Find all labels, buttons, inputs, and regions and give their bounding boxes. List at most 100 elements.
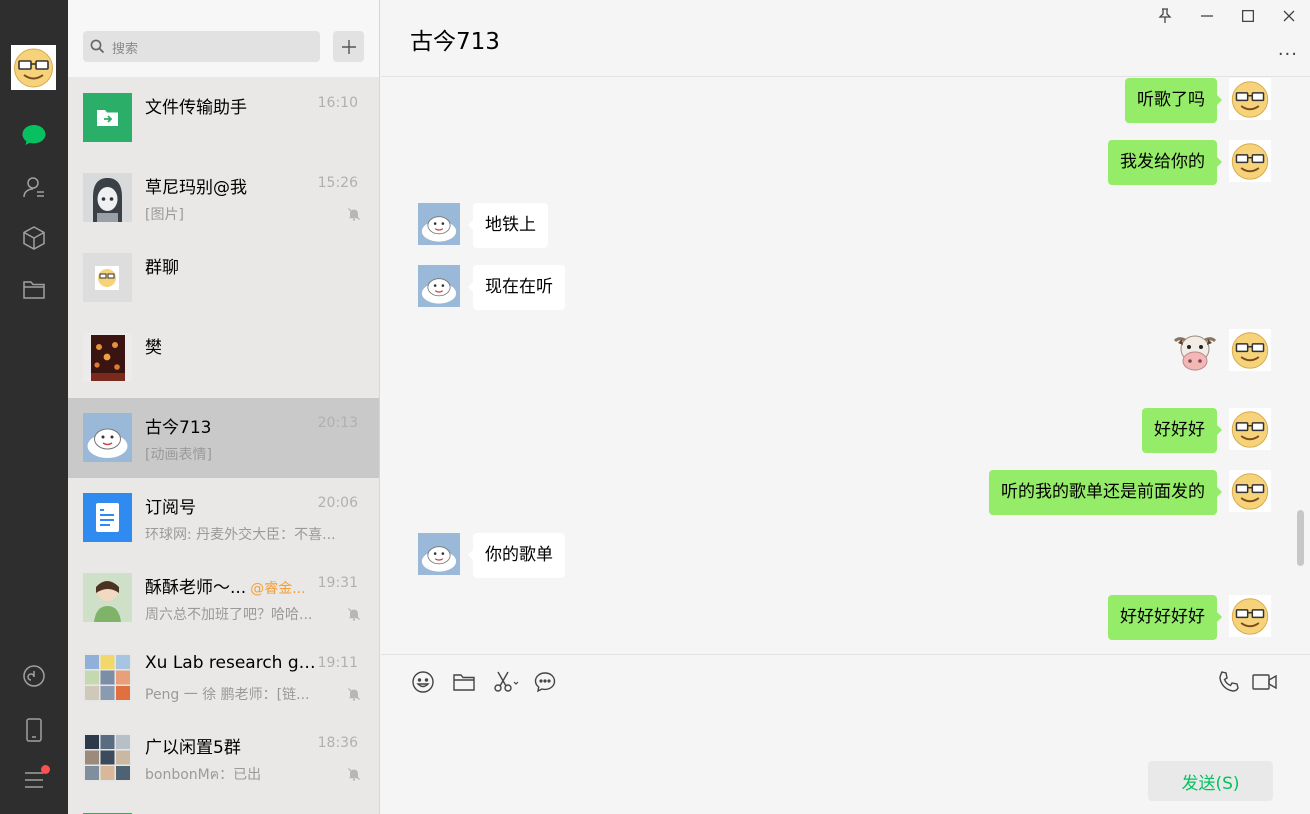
pin-icon[interactable] — [1155, 8, 1175, 24]
conversation-name: 订阅号 — [145, 498, 196, 518]
contact-avatar[interactable] — [418, 265, 460, 307]
girl-illustration-avatar — [83, 573, 132, 622]
message-scrollbar[interactable] — [1297, 510, 1304, 566]
left-rail — [0, 0, 68, 814]
conversation-time: 18:36 — [317, 735, 358, 751]
search-placeholder: 搜索 — [112, 42, 139, 57]
conversation-time: 20:13 — [317, 415, 358, 431]
emoji-icon[interactable] — [409, 668, 437, 696]
message-bubble[interactable]: 听歌了吗 — [1125, 78, 1222, 123]
mute-bell-icon — [348, 608, 360, 621]
conversation-item[interactable]: 草尼玛别@我 15:26 [图片] — [68, 158, 379, 238]
conversation-preview: 周六总不加班了吧？哈哈... — [145, 607, 313, 623]
moments-icon[interactable] — [20, 662, 48, 690]
phone-icon[interactable] — [20, 716, 48, 744]
conversation-name: Xu Lab research gr... — [145, 653, 317, 673]
conversation-item[interactable]: 群聊 — [68, 238, 379, 318]
message-bubble[interactable]: 你的歌单 — [468, 533, 565, 578]
conversation-items: 文件传输助手 16:10 草尼玛别@我 15:26 [图片] 群聊 樊 古今71… — [68, 78, 379, 814]
conversation-preview: bonbonMฅ：已出 — [145, 767, 262, 783]
mute-bell-icon — [348, 688, 360, 701]
cartoon-cat-icon — [418, 265, 460, 307]
conversation-name: 群聊 — [145, 258, 179, 278]
conversation-time: 19:31 — [317, 575, 358, 591]
chat-icon[interactable] — [20, 121, 48, 149]
cartoon-cat-icon — [418, 203, 460, 245]
my-avatar[interactable] — [1229, 408, 1271, 450]
search-bar: 搜索 — [68, 0, 379, 77]
cow-emoji-icon[interactable] — [1171, 327, 1219, 375]
conversation-name: 古今713 — [145, 418, 212, 438]
contact-avatar[interactable] — [418, 533, 460, 575]
glasses-face-icon — [1229, 78, 1271, 120]
favorites-icon[interactable] — [20, 224, 48, 252]
my-avatar[interactable] — [1229, 78, 1271, 120]
glasses-face-icon — [1229, 470, 1271, 512]
subscription-avatar — [83, 493, 132, 542]
glasses-face-icon — [1229, 408, 1271, 450]
minimize-icon[interactable] — [1197, 8, 1217, 24]
file-transfer-avatar — [83, 93, 132, 142]
glasses-face-icon — [1229, 329, 1271, 371]
conversation-time: 19:11 — [317, 655, 358, 671]
folder-icon[interactable] — [450, 668, 478, 696]
chat-history-icon[interactable] — [531, 668, 559, 696]
glasses-face-icon — [1229, 595, 1271, 637]
close-icon[interactable] — [1279, 8, 1299, 24]
conversation-time: 20:06 — [317, 495, 358, 511]
mute-bell-icon — [348, 208, 360, 221]
conversation-item[interactable]: 文件传输助手 16:10 — [68, 78, 379, 158]
message-bubble[interactable]: 好好好好好 — [1108, 595, 1222, 640]
conversation-name-text: 酥酥老师～... — [145, 578, 247, 598]
conversation-item[interactable]: 广以闲置5群 18:36 bonbonMฅ：已出 — [68, 718, 379, 798]
conversation-name: 广以闲置5群 — [145, 738, 241, 758]
conversation-preview: Peng 一 徐 鹏老师：[链... — [145, 687, 310, 703]
conversation-name: 酥酥老师～... @睿金... — [145, 573, 306, 598]
message-bubble[interactable]: 现在在听 — [468, 265, 565, 310]
my-avatar[interactable] — [1229, 595, 1271, 637]
conversation-name: 樊 — [145, 338, 162, 358]
search-input[interactable]: 搜索 — [83, 31, 320, 62]
add-button[interactable] — [333, 31, 364, 62]
message-bubble[interactable]: 好好好 — [1142, 408, 1222, 453]
message-bubble[interactable]: 地铁上 — [468, 203, 548, 248]
conversation-item[interactable]: 酥酥老师～... @睿金... 19:31 周六总不加班了吧？哈哈... — [68, 558, 379, 638]
my-avatar[interactable] — [1229, 329, 1271, 371]
message-bubble[interactable]: 听的我的歌单还是前面发的 — [989, 470, 1222, 515]
message-bubble[interactable]: 我发给你的 — [1108, 140, 1222, 185]
contacts-icon[interactable] — [20, 173, 48, 201]
my-avatar[interactable] — [1229, 140, 1271, 182]
group-grid-avatar — [83, 653, 132, 702]
chat-header: 古今713 ··· — [381, 0, 1310, 77]
contact-avatar[interactable] — [418, 203, 460, 245]
video-call-icon[interactable] — [1251, 668, 1279, 696]
conversation-item-selected[interactable]: 古今713 20:13 [动画表情] — [68, 398, 379, 478]
voice-call-icon[interactable] — [1215, 668, 1243, 696]
cartoon-cat-icon — [418, 533, 460, 575]
conversation-item-partial[interactable] — [68, 798, 379, 814]
conversation-item[interactable]: 订阅号 20:06 环球网: 丹麦外交大臣：不喜... — [68, 478, 379, 558]
conversation-name: 草尼玛别@我 — [145, 178, 247, 198]
conversation-preview: [动画表情] — [145, 447, 212, 463]
notification-dot — [41, 765, 50, 774]
conversation-item[interactable]: 樊 — [68, 318, 379, 398]
conversation-item[interactable]: Xu Lab research gr... 19:11 Peng 一 徐 鹏老师… — [68, 638, 379, 718]
lanterns-avatar — [83, 333, 132, 382]
scissors-icon[interactable] — [491, 668, 523, 696]
glasses-face-icon — [14, 48, 53, 88]
glasses-face-icon — [1229, 140, 1271, 182]
my-avatar[interactable] — [1229, 470, 1271, 512]
mention-tag: @睿金... — [250, 581, 306, 597]
anime-girl-avatar — [83, 173, 132, 222]
more-options-button[interactable]: ··· — [1278, 44, 1298, 65]
chat-panel: 古今713 ··· 听歌了吗 我发给你的 地铁上 现在在听 好好好 听的我的歌单… — [381, 0, 1310, 814]
group-avatar — [83, 253, 132, 302]
maximize-icon[interactable] — [1238, 8, 1258, 24]
conversation-time: 16:10 — [317, 95, 358, 111]
my-avatar[interactable] — [11, 45, 56, 90]
conversation-time: 15:26 — [317, 175, 358, 191]
files-icon[interactable] — [20, 275, 48, 303]
message-list: 听歌了吗 我发给你的 地铁上 现在在听 好好好 听的我的歌单还是前面发的 你的歌… — [381, 78, 1310, 653]
send-button[interactable]: 发送(S) — [1148, 761, 1273, 801]
group-grid-avatar — [83, 733, 132, 782]
